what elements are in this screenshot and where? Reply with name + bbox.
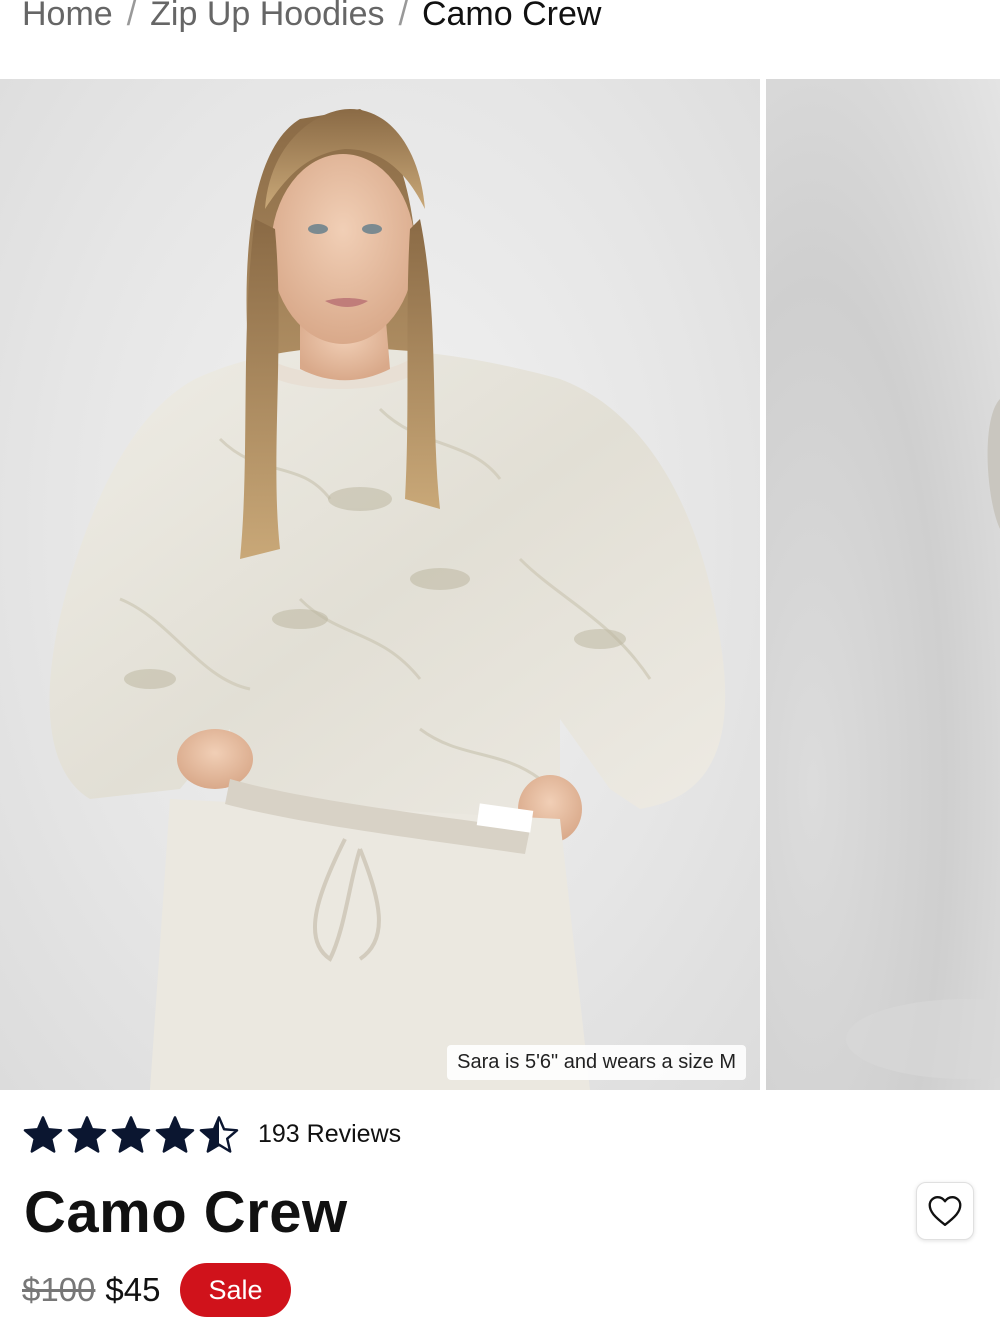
breadcrumb-separator: / [398,0,408,33]
sale-price: $45 [105,1271,161,1308]
product-image-main[interactable]: Sara is 5'6" and wears a size M [0,79,760,1090]
breadcrumb-home-link[interactable]: Home [22,0,113,34]
original-price: $100 [22,1271,96,1308]
product-title: Camo Crew [24,1180,348,1245]
product-image-next[interactable] [766,79,1000,1090]
star-icon [111,1116,151,1153]
sale-badge: Sale [180,1263,291,1317]
reviews-link[interactable]: 193 Reviews [258,1120,401,1149]
model-size-caption: Sara is 5'6" and wears a size M [447,1045,746,1080]
breadcrumb-category-link[interactable]: Zip Up Hoodies [150,0,384,34]
star-icon [155,1116,195,1153]
wishlist-button[interactable] [916,1182,974,1240]
breadcrumb: Home / Zip Up Hoodies / Camo Crew [22,0,601,34]
breadcrumb-separator: / [126,0,137,33]
heart-outline-icon [928,1196,962,1226]
breadcrumb-current: Camo Crew [421,0,602,33]
star-icon [23,1116,63,1153]
star-icon [199,1116,239,1153]
product-image-carousel[interactable]: Sara is 5'6" and wears a size M [0,79,1000,1090]
next-slide-photo [846,399,1000,1079]
price-row: $100 $45 Sale [22,1262,291,1318]
product-rating: 193 Reviews [22,1114,401,1154]
star-icon [67,1116,107,1153]
model-photo [49,109,726,1090]
star-rating [22,1114,240,1154]
